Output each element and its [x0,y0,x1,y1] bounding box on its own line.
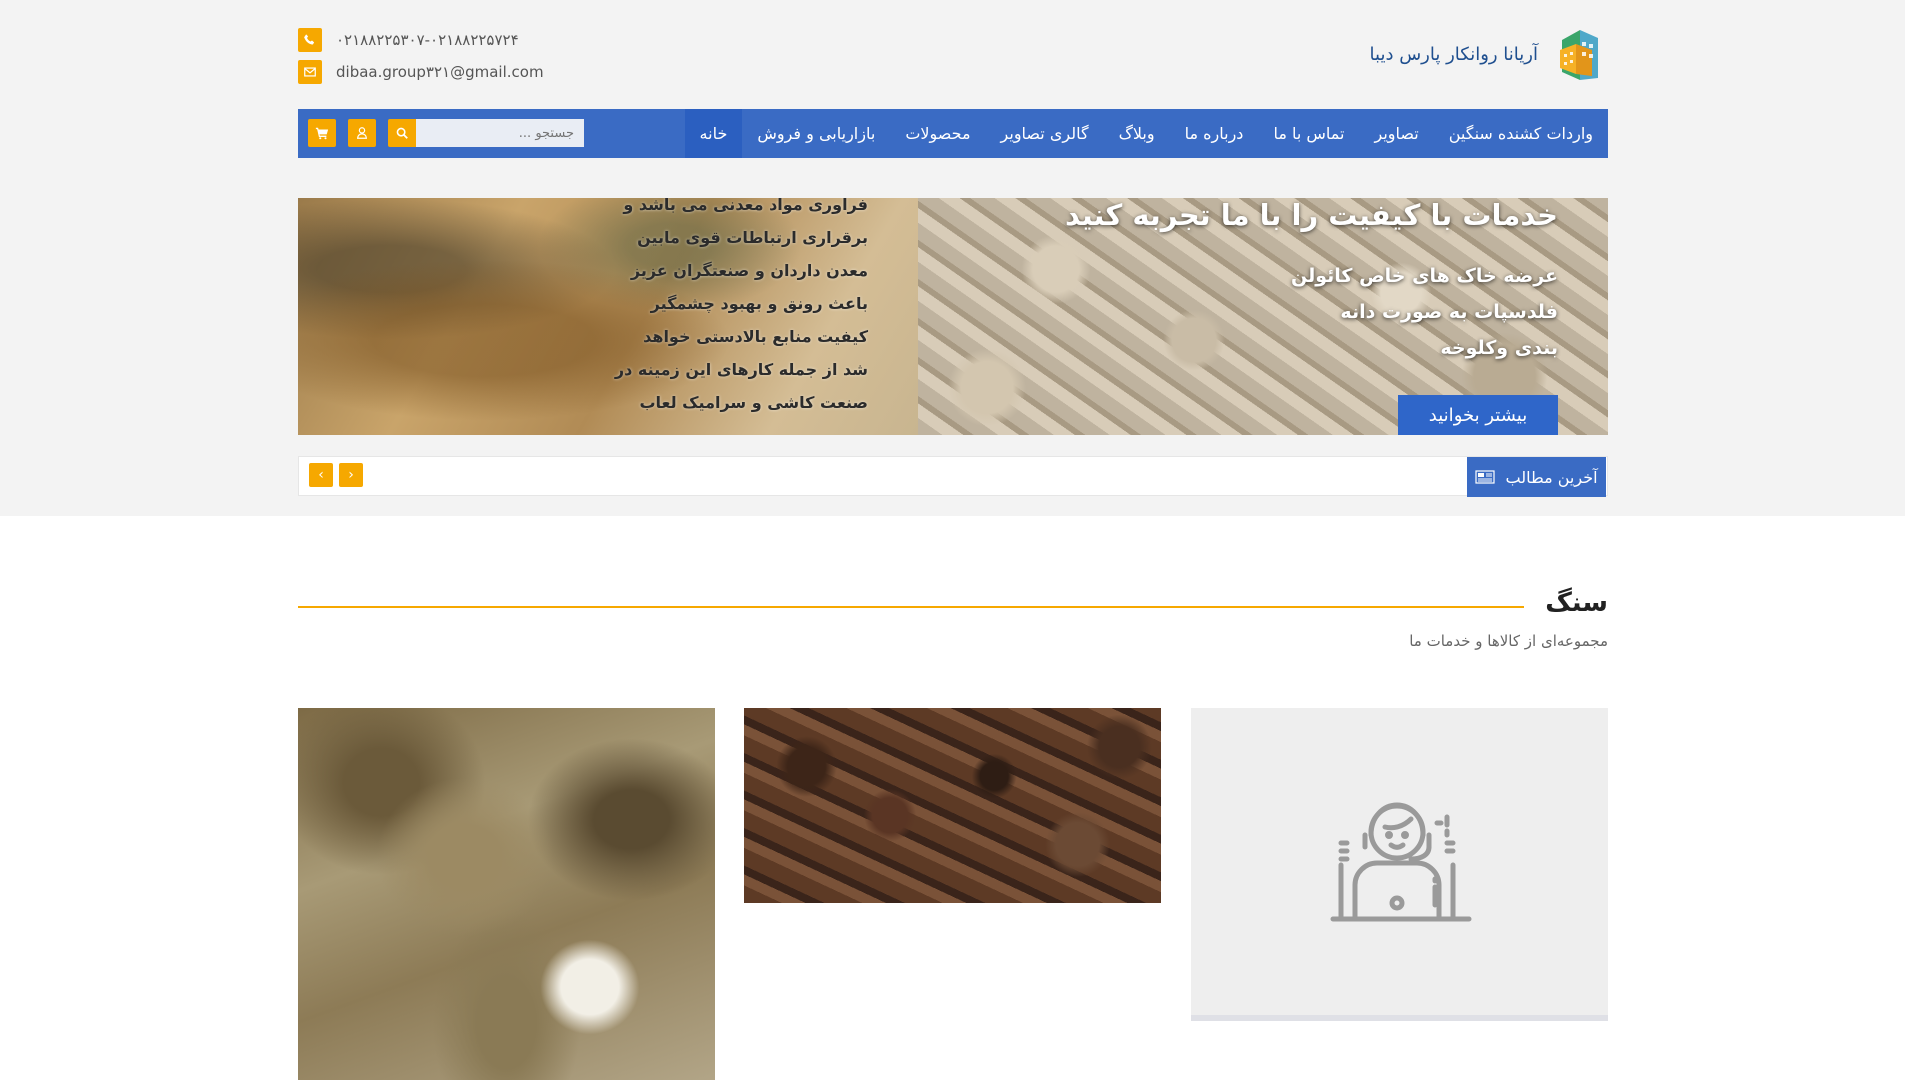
ticker-next-button[interactable]: › [339,463,363,487]
site-header: ۰۲۱۸۸۲۲۵۳۰۷-۰۲۱۸۸۲۲۵۷۲۴ dibaa.group۳۲۱@g… [298,0,1608,110]
slide-feature: عرضه خاک های خاص کائولن [1291,265,1558,287]
nav-item-contact[interactable]: تماس با ما [1258,109,1359,158]
contact-info: ۰۲۱۸۸۲۲۵۳۰۷-۰۲۱۸۸۲۲۵۷۲۴ dibaa.group۳۲۱@g… [298,24,544,88]
user-icon [357,127,367,139]
section-subtitle: مجموعه‌ای از کالاها و خدمات ما [1409,632,1608,650]
support-card[interactable] [1191,708,1608,1021]
latest-posts-ticker: آخرین مطالب ‹ › [298,456,1608,497]
slide-description-line: کیفیت منابع بالادستی خواهد [643,327,868,346]
nav-tools [308,119,584,147]
section-divider [298,606,1524,608]
search-icon [396,127,408,139]
latest-posts-label: آخرین مطالب [1467,457,1606,497]
slide-feature: بندی وکلوخه [1440,337,1558,359]
phone-number[interactable]: ۰۲۱۸۸۲۲۵۳۰۷-۰۲۱۸۸۲۲۵۷۲۴ [336,31,519,49]
slide-description-line: برقراری ارتباطات قوی مابین [637,228,868,247]
main-nav: خانه بازاریابی و فروش محصولات گالری تصاو… [298,109,1608,158]
nav-item-images[interactable]: تصاویر [1360,109,1434,158]
nav-item-home[interactable]: خانه [684,109,743,158]
email-row: dibaa.group۳۲۱@gmail.com [298,56,544,88]
latest-posts-text: آخرین مطالب [1505,467,1598,487]
slide-features: عرضه خاک های خاص کائولن فلدسپات به صورت … [1291,258,1558,366]
phone-icon [298,28,322,52]
stone-closeup-card[interactable] [298,708,715,1080]
slide-feature: فلدسپات به صورت دانه [1340,301,1558,323]
nav-item-about[interactable]: درباره ما [1170,109,1259,158]
dark-rocks-card[interactable] [744,708,1161,903]
section-title: سنگ [1545,588,1608,618]
slide-description-line: صنعت کاشی و سرامیک لعاب [639,393,868,412]
slide-description-line: معدن داردان و صنعتگران عزیز [630,261,868,280]
nav-item-marketing[interactable]: بازاریابی و فروش [742,109,890,158]
hero-slider: فرآوری مواد معدنی می باشد و برقراری ارتب… [298,198,1608,435]
envelope-icon [298,60,322,84]
slide-description-line: فرآوری مواد معدنی می باشد و [623,198,868,214]
nav-item-heavy-import[interactable]: واردات کشنده سنگین [1434,109,1608,158]
phone-row: ۰۲۱۸۸۲۲۵۳۰۷-۰۲۱۸۸۲۲۵۷۲۴ [298,24,544,56]
search-button[interactable] [388,119,416,147]
building-logo-icon [1560,30,1598,80]
newspaper-icon [1475,470,1496,484]
slide-description: فرآوری مواد معدنی می باشد و برقراری ارتب… [615,198,868,419]
support-agent-icon [1330,802,1471,921]
nav-item-gallery[interactable]: گالری تصاویر [986,109,1104,158]
read-more-button[interactable]: بیشتر بخوانید [1398,395,1558,435]
search-input[interactable] [416,119,584,147]
slide-headline: خدمات با کیفیت را با ما تجربه کنید [1064,198,1558,232]
cart-button[interactable] [308,119,336,147]
nav-item-products[interactable]: محصولات [890,109,985,158]
nav-item-blog[interactable]: وبلاگ [1104,109,1170,158]
slide-description-line: شد از جمله کارهای این زمینه در [614,360,868,379]
ticker-arrows: ‹ › [309,463,363,487]
brand[interactable]: آریانا روانکار پارس دیبا [1370,22,1608,86]
slide-description-line: باعث رونق و بهبود چشمگیر [650,294,868,313]
ticker-prev-button[interactable]: ‹ [309,463,333,487]
brand-name: آریانا روانکار پارس دیبا [1369,43,1538,65]
cart-icon [315,127,329,140]
stone-section-header: سنگ مجموعه‌ای از کالاها و خدمات ما [298,580,1608,660]
nav-menu: خانه بازاریابی و فروش محصولات گالری تصاو… [684,109,1608,158]
email-address[interactable]: dibaa.group۳۲۱@gmail.com [336,63,544,81]
user-button[interactable] [348,119,376,147]
